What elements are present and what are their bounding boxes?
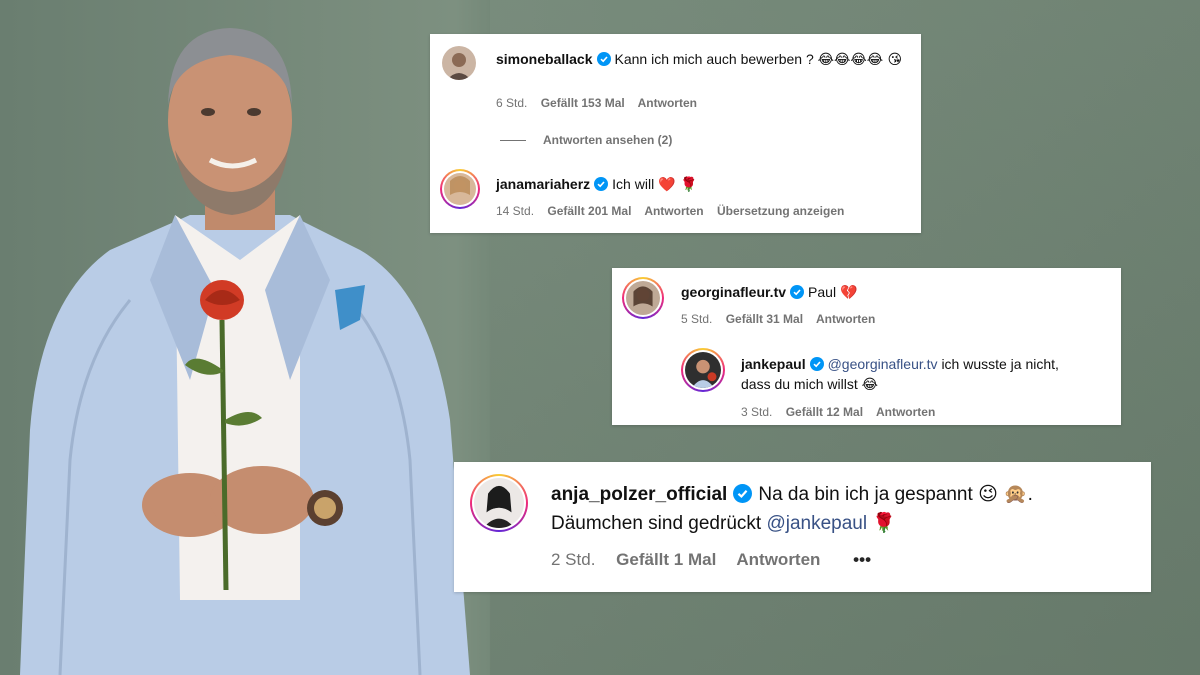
comment-card-1: simoneballack Kann ich mich auch bewerben… [430,34,921,233]
reply-button[interactable]: Antworten [736,550,820,569]
username[interactable]: simoneballack [496,51,593,67]
comment-time: 5 Std. [681,312,713,326]
reply-button[interactable]: Antworten [816,312,875,326]
comment-time: 2 Std. [551,550,596,569]
man-with-rose-photo [20,28,470,675]
comment-text: Na da bin ich ja gespannt [758,484,973,505]
like-count[interactable]: Gefällt 12 Mal [786,405,863,419]
comment-text: Ich will [612,176,655,192]
username[interactable]: anja_polzer_official [551,484,727,505]
translate-button[interactable]: Übersetzung anzeigen [717,204,844,218]
comment-emojis: 😂 [861,377,878,393]
avatar[interactable] [470,474,528,532]
avatar[interactable] [681,348,725,392]
comment-time: 14 Std. [496,204,535,218]
username[interactable]: janamariaherz [496,176,590,192]
username[interactable]: georginafleur.tv [681,284,786,300]
comment-emojis: 💔 [839,285,858,301]
comment-emojis-line2: 🌹 [872,512,897,534]
comment-text: Kann ich mich auch bewerben ? [614,51,814,67]
comment-emojis: ❤️ 🌹 [658,177,698,193]
comment-text-line2: dass du mich willst [741,376,858,392]
comment-text: Paul [808,284,837,300]
more-options-icon[interactable]: ••• [853,550,871,569]
comment-card-3: anja_polzer_official Na da bin ich ja ges… [454,462,1151,592]
verified-badge-icon [790,285,805,299]
like-count[interactable]: Gefällt 1 Mal [616,550,716,569]
reply-button[interactable]: Antworten [876,405,935,419]
like-count[interactable]: Gefällt 31 Mal [726,312,803,326]
comment-card-2: georginafleur.tv Paul 💔 5 Std. Gefällt 31… [612,268,1121,425]
reply-button[interactable]: Antworten [638,96,697,110]
verified-badge-icon [809,357,824,371]
comment-text-period: . [1027,484,1033,505]
comment-time: 6 Std. [496,96,528,110]
avatar[interactable] [622,277,664,319]
reply-button[interactable]: Antworten [644,204,703,218]
mention-link[interactable]: @georginafleur.tv [828,356,938,372]
username[interactable]: jankepaul [741,356,806,372]
comment-time: 3 Std. [741,405,773,419]
like-count[interactable]: Gefällt 153 Mal [541,96,625,110]
avatar[interactable] [440,169,480,209]
comment-emojis: 😂😂😂😂 😘 [817,52,903,68]
mention-link[interactable]: @jankepaul [766,513,867,534]
like-count[interactable]: Gefällt 201 Mal [547,204,631,218]
view-replies-button[interactable]: Antworten ansehen (2) [543,133,672,147]
comment-text-line2: Däumchen sind gedrückt [551,513,762,534]
comment-text: ich wusste ja nicht, [941,356,1059,372]
verified-badge-icon [594,177,609,191]
replies-divider [500,140,526,141]
verified-badge-icon [733,484,753,503]
comment-emojis: 😉 🙊 [978,483,1028,505]
avatar[interactable] [442,46,476,80]
verified-badge-icon [596,52,611,66]
